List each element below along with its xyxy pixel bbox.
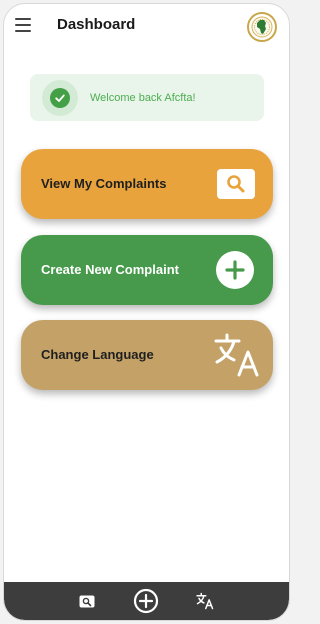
page-title: Dashboard [57,16,136,33]
nav-search-icon[interactable] [79,595,95,608]
create-complaint-label: Create New Complaint [41,262,179,277]
welcome-message: Welcome back Afcfta! [90,92,196,104]
view-complaints-label: View My Complaints [41,176,167,191]
nav-add-circle-icon[interactable] [133,588,159,614]
nav-translate-icon[interactable] [196,592,214,610]
bottom-navigation [4,582,289,620]
welcome-banner: Welcome back Afcfta! [30,74,264,121]
app-screen: Dashboard Welcome back Afcfta! View My C… [3,3,290,621]
top-app-bar: Dashboard [4,4,289,48]
translate-icon [213,332,261,378]
hamburger-menu-icon[interactable] [15,18,31,32]
view-complaints-button[interactable]: View My Complaints [21,149,273,219]
check-circle-icon [42,80,78,116]
search-icon [217,169,255,199]
create-complaint-button[interactable]: Create New Complaint [21,235,273,305]
afcfta-logo [247,12,277,42]
add-circle-icon [216,251,254,289]
change-language-label: Change Language [41,347,154,362]
change-language-button[interactable]: Change Language [21,320,273,390]
